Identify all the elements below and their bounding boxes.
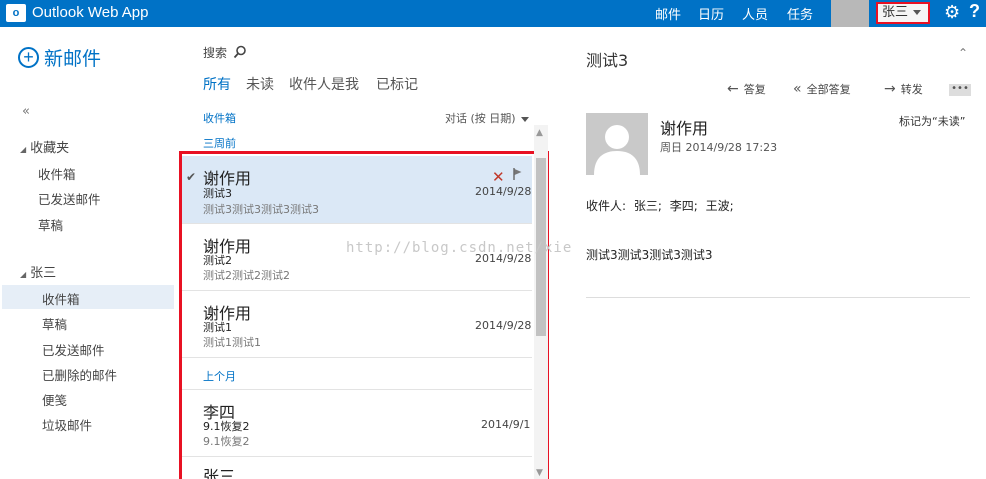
new-mail-label: 新邮件: [44, 47, 102, 70]
search-icon[interactable]: [233, 45, 247, 59]
expand-triangle-icon: ◢: [20, 270, 27, 279]
fav-folder-drafts[interactable]: 草稿: [38, 215, 63, 234]
recipient[interactable]: 李四;: [670, 199, 698, 213]
recipients-label: 收件人:: [586, 199, 627, 213]
filter-unread[interactable]: 未读: [246, 74, 274, 94]
nav-tasks[interactable]: 任务: [787, 4, 813, 23]
folder-deleted[interactable]: 已删除的邮件: [42, 365, 117, 384]
person-silhouette-icon: [594, 125, 640, 175]
account-title: 张三: [30, 266, 57, 281]
recipient[interactable]: 王波;: [706, 199, 734, 213]
divider: [586, 297, 970, 298]
outlook-logo-icon: o: [6, 4, 26, 22]
forward-label: 转发: [900, 83, 923, 96]
user-menu-button[interactable]: 张三: [876, 2, 930, 24]
collapse-pane-icon[interactable]: «: [22, 104, 30, 119]
sort-label: 对话 (按 日期): [445, 112, 516, 125]
reply-all-arrow-icon: «: [793, 81, 802, 97]
favorites-title: 收藏夹: [30, 141, 70, 156]
group-header-three-weeks: 三周前: [203, 137, 236, 150]
fav-folder-sent[interactable]: 已发送邮件: [38, 189, 101, 208]
expand-up-icon[interactable]: ⌃: [958, 46, 968, 60]
folder-inbox-label: 收件箱: [42, 292, 80, 307]
scroll-down-icon[interactable]: ▼: [536, 468, 543, 478]
gear-icon[interactable]: ⚙: [944, 2, 960, 23]
new-mail-button[interactable]: + 新邮件: [18, 44, 101, 70]
user-photo-placeholder: [831, 0, 869, 27]
reply-all-label: 全部答复: [806, 83, 851, 96]
reply-arrow-icon: ←: [727, 81, 739, 97]
forward-arrow-icon: →: [884, 81, 896, 97]
sort-dropdown[interactable]: 对话 (按 日期): [445, 110, 529, 126]
folder-notes[interactable]: 便笺: [42, 390, 67, 409]
scroll-up-icon[interactable]: ▲: [536, 128, 543, 138]
sender-avatar[interactable]: [586, 113, 648, 175]
more-actions-button[interactable]: •••: [949, 84, 971, 96]
expand-triangle-icon: ◢: [20, 145, 27, 154]
reading-sender[interactable]: 谢作用: [660, 115, 708, 139]
reading-subject: 测试3: [586, 51, 629, 70]
nav-calendar[interactable]: 日历: [698, 4, 724, 23]
message-body: 测试3测试3测试3测试3: [586, 248, 713, 262]
filter-all[interactable]: 所有: [203, 74, 231, 94]
chevron-down-icon: [913, 10, 922, 15]
reading-date: 周日 2014/9/28 17:23: [660, 141, 778, 154]
nav-people[interactable]: 人员: [742, 4, 768, 23]
folder-sent[interactable]: 已发送邮件: [42, 340, 105, 359]
chevron-down-icon: [520, 116, 529, 122]
reply-all-button[interactable]: « 全部答复: [793, 81, 851, 97]
search-label[interactable]: 搜索: [203, 44, 227, 61]
folder-inbox[interactable]: 收件箱: [2, 285, 174, 309]
recipients-line: 收件人: 张三; 李四; 王波;: [586, 197, 738, 214]
recipient[interactable]: 张三;: [634, 199, 662, 213]
plus-circle-icon: +: [18, 46, 39, 68]
help-icon[interactable]: ?: [969, 1, 980, 22]
folder-drafts[interactable]: 草稿: [42, 314, 67, 333]
highlight-frame: [179, 151, 549, 479]
fav-folder-inbox[interactable]: 收件箱: [38, 164, 76, 183]
nav-mail[interactable]: 邮件: [655, 4, 681, 23]
filter-to-me[interactable]: 收件人是我: [289, 74, 359, 94]
watermark: http://blog.csdn.net/xie: [346, 240, 573, 256]
mark-unread-link[interactable]: 标记为“未读”: [899, 113, 965, 129]
app-title: Outlook Web App: [32, 4, 149, 21]
reply-label: 答复: [743, 83, 766, 96]
current-folder-label: 收件箱: [203, 112, 236, 125]
account-header[interactable]: ◢ 张三: [20, 262, 56, 281]
user-name: 张三: [882, 5, 909, 20]
top-bar: o Outlook Web App 邮件 日历 人员 任务 张三 ⚙ ?: [0, 0, 986, 27]
favorites-header[interactable]: ◢ 收藏夹: [20, 137, 69, 156]
filter-flagged[interactable]: 已标记: [376, 74, 418, 94]
forward-button[interactable]: → 转发: [884, 81, 923, 97]
reply-button[interactable]: ← 答复: [727, 81, 766, 97]
folder-junk[interactable]: 垃圾邮件: [42, 415, 92, 434]
